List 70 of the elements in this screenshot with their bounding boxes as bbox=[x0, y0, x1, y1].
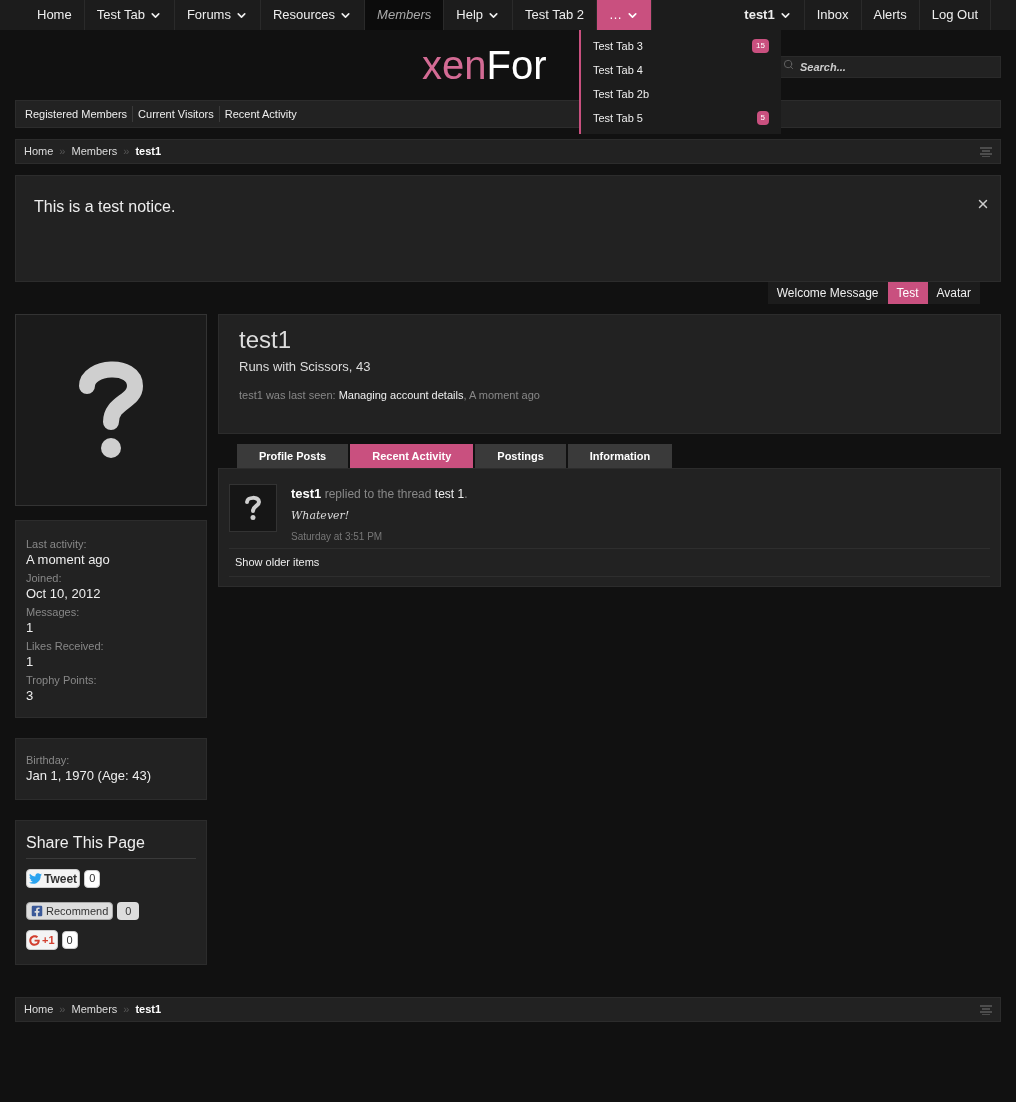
breadcrumb-separator: » bbox=[59, 144, 66, 160]
share-count: 0 bbox=[61, 931, 78, 949]
stat-label: Trophy Points: bbox=[26, 673, 98, 687]
subnav-link[interactable]: Current Visitors bbox=[132, 105, 219, 123]
user-avatar[interactable] bbox=[229, 484, 277, 532]
nav-tab[interactable]: Test Tab bbox=[84, 0, 175, 30]
facebook-icon bbox=[31, 905, 43, 917]
dropdown-item[interactable]: Test Tab 3 15 bbox=[581, 34, 781, 58]
stat-label: Last activity: bbox=[26, 537, 88, 551]
activity-quote: Whatever! bbox=[291, 507, 351, 524]
breadcrumb-link[interactable]: Members bbox=[71, 1001, 118, 1018]
nav-link[interactable]: Log Out bbox=[919, 0, 991, 30]
notice-tab[interactable]: Avatar bbox=[927, 282, 980, 304]
stat-value: 3 bbox=[26, 687, 35, 705]
bird-icon bbox=[29, 872, 42, 885]
stat-value: 1 bbox=[26, 619, 35, 637]
activity-text: test1 replied to the thread test 1. bbox=[291, 485, 468, 503]
breadcrumb-separator: » bbox=[123, 1002, 130, 1018]
profile-tab[interactable]: Profile Posts bbox=[237, 444, 349, 468]
subnav-link[interactable]: Registered Members bbox=[20, 105, 133, 123]
nav-tab[interactable]: … bbox=[597, 0, 653, 30]
count-badge: 15 bbox=[752, 39, 769, 53]
nav-tab[interactable]: Forums bbox=[174, 0, 261, 30]
profile-tab[interactable]: Information bbox=[567, 444, 673, 468]
notice-tab[interactable]: Test bbox=[887, 282, 928, 304]
share-count: 0 bbox=[84, 869, 101, 888]
profile-tab[interactable]: Postings bbox=[475, 444, 566, 468]
share-count: 0 bbox=[117, 902, 140, 920]
recommend-button[interactable]: Recommend bbox=[26, 902, 114, 920]
breadcrumb-link[interactable]: Members bbox=[71, 143, 118, 160]
notice-text: This is a test notice. bbox=[34, 197, 176, 217]
close-icon[interactable] bbox=[976, 197, 990, 211]
count-badge: 5 bbox=[756, 111, 769, 125]
profile-tab[interactable]: Recent Activity bbox=[350, 444, 474, 468]
g-icon bbox=[29, 934, 40, 946]
dropdown-item[interactable]: Test Tab 5 5 bbox=[581, 106, 781, 130]
profile-title: Runs with Scissors, 43 bbox=[239, 358, 372, 376]
breadcrumb-link[interactable]: Home bbox=[24, 143, 54, 160]
stat-value: 1 bbox=[26, 653, 35, 671]
breadcrumb-link[interactable]: Home bbox=[24, 1001, 54, 1018]
dropdown-item[interactable]: Test Tab 2b bbox=[581, 82, 781, 106]
stat-label: Joined: bbox=[26, 571, 63, 585]
stat-label: Likes Received: bbox=[26, 639, 105, 653]
stat-label: Birthday: bbox=[26, 753, 71, 767]
plus-one-button[interactable]: +1 bbox=[26, 930, 58, 950]
nav-link[interactable]: Alerts bbox=[861, 0, 920, 30]
nav-tab[interactable]: Members bbox=[365, 0, 445, 30]
last-seen-text: test1 was last seen: Managing account details, A moment ago bbox=[239, 387, 541, 403]
tweet-button[interactable]: Tweet bbox=[26, 869, 81, 888]
user-link[interactable]: test1 bbox=[291, 486, 322, 501]
search-icon bbox=[783, 59, 794, 70]
nav-tab[interactable]: Home bbox=[25, 0, 85, 30]
nav-tab[interactable]: Help bbox=[444, 0, 513, 30]
show-older-link[interactable]: Show older items bbox=[229, 549, 990, 577]
breadcrumb-separator: » bbox=[59, 1002, 66, 1018]
stat-value: A moment ago bbox=[26, 551, 111, 569]
stat-value: Jan 1, 1970 (Age: 43) bbox=[26, 767, 153, 785]
stat-label: Messages: bbox=[26, 605, 81, 619]
breadcrumb-link[interactable]: test1 bbox=[135, 1001, 162, 1018]
notice-tab[interactable]: Welcome Message bbox=[767, 282, 888, 304]
subnav-link[interactable]: Recent Activity bbox=[218, 105, 302, 123]
activity-time: Saturday at 3:51 PM bbox=[291, 530, 384, 544]
breadcrumb-separator: » bbox=[123, 144, 130, 160]
stat-value: Oct 10, 2012 bbox=[26, 585, 102, 603]
breadcrumb-link[interactable]: test1 bbox=[135, 143, 162, 160]
share-title: Share This Page bbox=[26, 831, 196, 859]
profile-name: test1 bbox=[239, 325, 293, 355]
question-mark-icon bbox=[243, 495, 263, 521]
site-logo[interactable]: xenFor bbox=[422, 43, 547, 87]
nav-link[interactable]: Inbox bbox=[804, 0, 862, 30]
